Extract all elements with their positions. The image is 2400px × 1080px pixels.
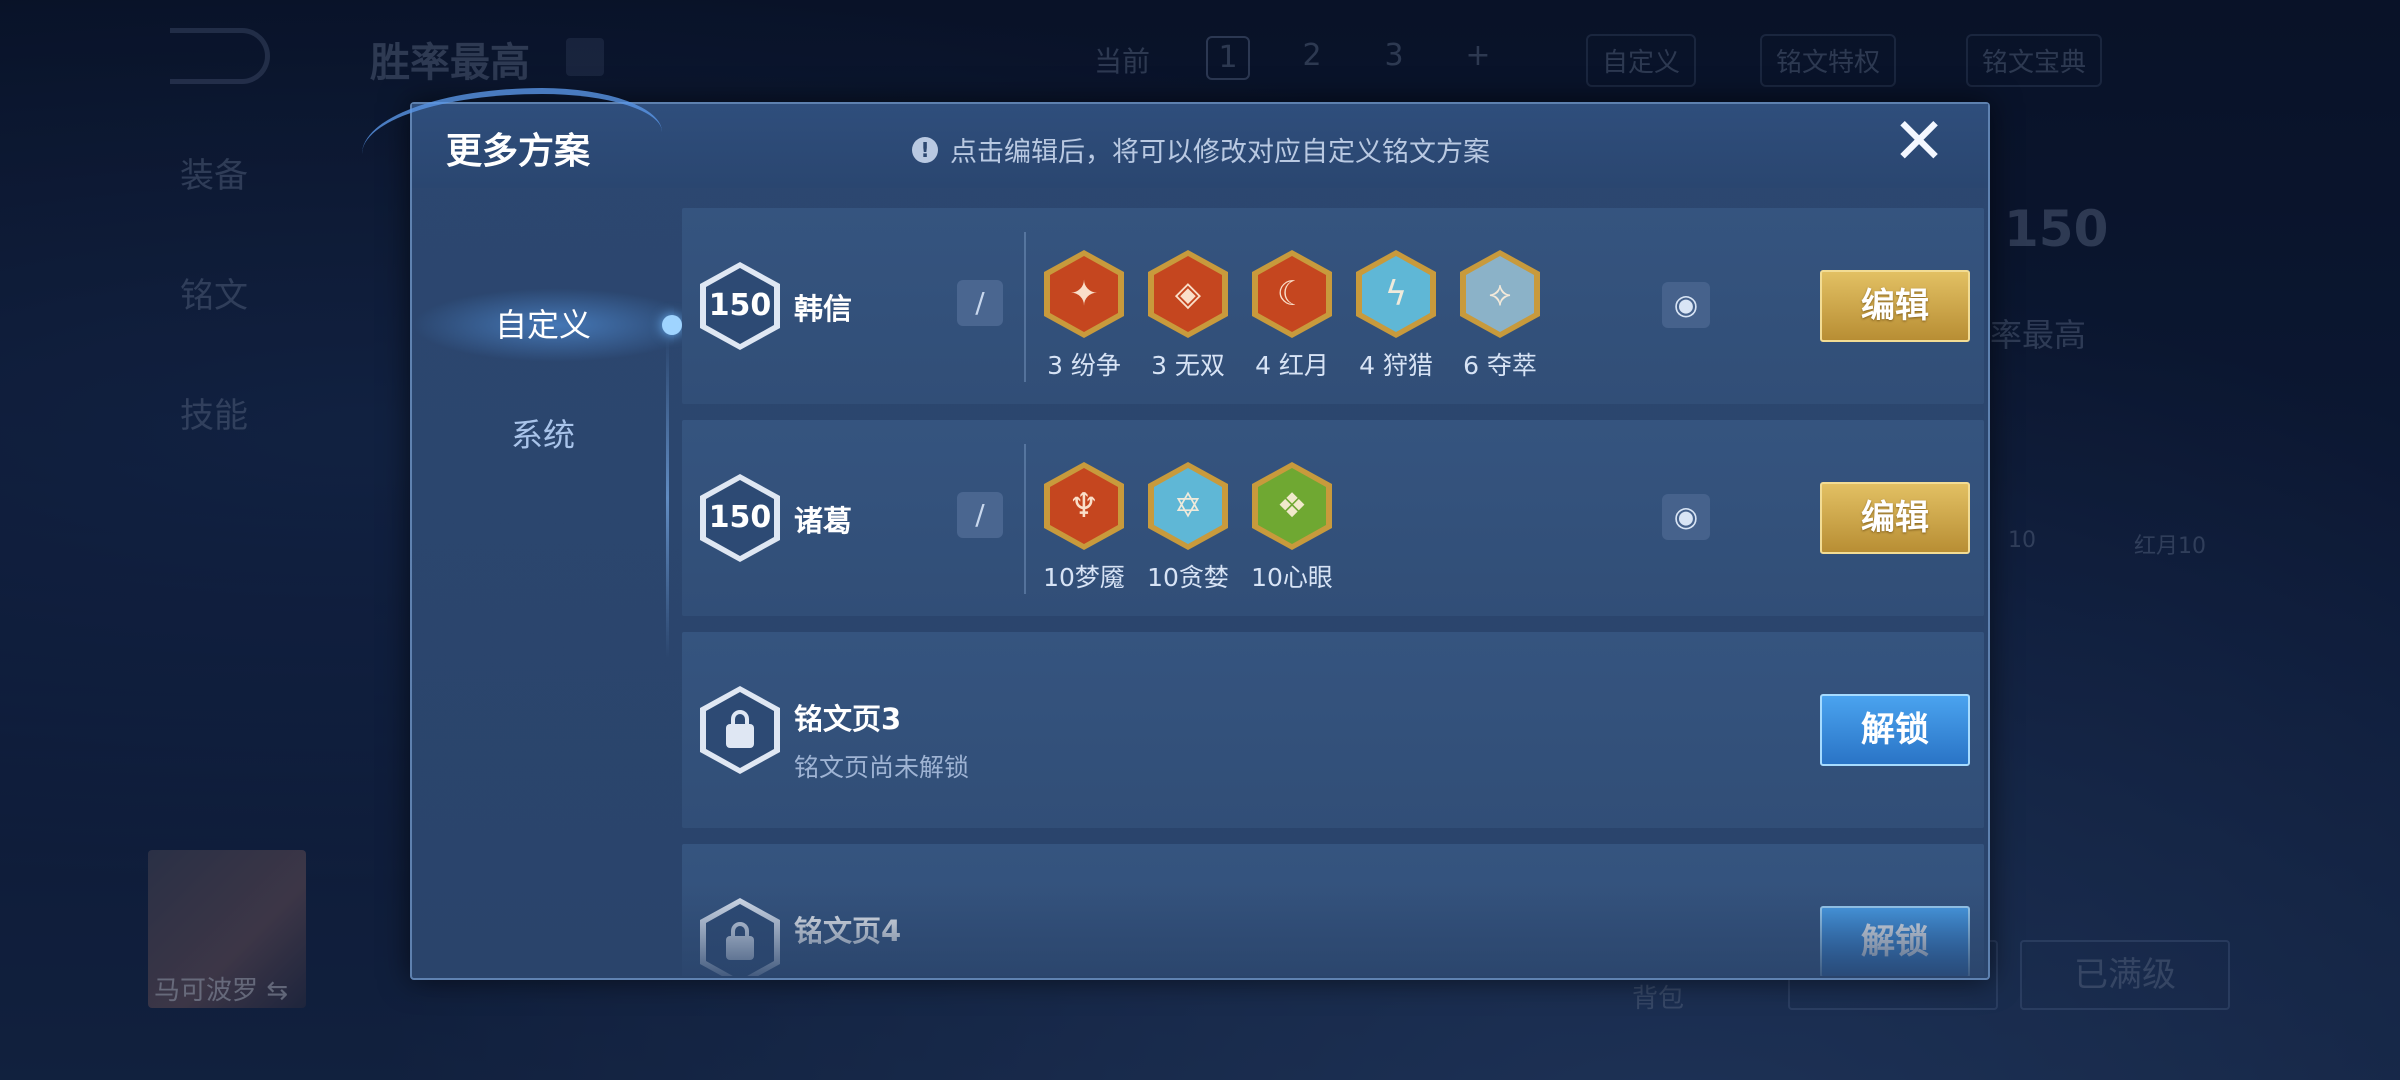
rune-wushuang-icon: ◈ [1154,256,1222,332]
rune-item: ϟ 4 狩猎 [1356,250,1436,382]
rune-item: ✦ 3 纷争 [1044,250,1124,382]
rune-mengyan-icon: ♆ [1050,468,1118,544]
active-indicator [662,315,682,335]
rename-icon[interactable]: / [957,280,1003,326]
rune-duocui-icon: ⟡ [1466,256,1534,332]
tab-system[interactable]: 系统 [412,398,674,472]
modal-title: 更多方案 [446,131,591,172]
rune-fenzheng-icon: ✦ [1050,256,1118,332]
rune-shoulie-icon: ϟ [1362,256,1430,332]
tab-custom-label: 自定义 [494,306,591,344]
notice: ! 点击编辑后，将可以修改对应自定义铭文方案 [912,130,1490,169]
rune-set: ♆ 10梦魇 ✡ 10贪婪 ❖ 10心眼 [1043,462,1333,594]
plan-list[interactable]: 150 韩信 / ✦ 3 纷争 ◈ 3 无双 ☾ 4 红月 ϟ 4 狩猎 ⟡ 6… [682,208,1984,976]
rune-label: 4 狩猎 [1359,351,1433,380]
rune-item: ⟡ 6 夺萃 [1460,250,1540,382]
plan-name: 铭文页4 [794,914,902,948]
level-value: 150 [706,480,774,556]
preview-eye-icon[interactable]: ◉ [1662,494,1710,540]
rename-icon[interactable]: / [957,492,1003,538]
level-badge: 150 [700,474,780,562]
level-value: 150 [706,268,774,344]
locked-subtitle: 铭文页尚未解锁 [794,753,970,782]
notice-text: 点击编辑后，将可以修改对应自定义铭文方案 [950,137,1490,168]
level-badge: 150 [700,262,780,350]
rune-item: ☾ 4 红月 [1252,250,1332,382]
rune-item: ✡ 10贪婪 [1147,462,1229,594]
rune-label: 3 无双 [1151,351,1225,380]
rune-label: 3 纷争 [1047,351,1121,380]
plan-name: 铭文页3 [794,702,902,736]
more-plans-modal: 更多方案 ! 点击编辑后，将可以修改对应自定义铭文方案 ✕ 自定义 系统 150… [362,88,1990,980]
lock-badge [700,898,780,976]
rune-tanlan-icon: ✡ [1154,468,1222,544]
rune-label: 4 红月 [1255,351,1329,380]
row-divider [1024,444,1026,594]
plan-name: 诸葛 [794,504,853,538]
modal-side-nav: 自定义 系统 [412,188,682,978]
edit-button[interactable]: 编辑 [1820,482,1970,554]
unlock-button[interactable]: 解锁 [1820,906,1970,976]
rune-item: ❖ 10心眼 [1251,462,1333,594]
preview-eye-icon[interactable]: ◉ [1662,282,1710,328]
lock-icon [706,904,774,976]
lock-badge [700,686,780,774]
modal-header: 更多方案 ! 点击编辑后，将可以修改对应自定义铭文方案 ✕ [362,88,1988,188]
plan-name: 韩信 [794,292,853,326]
rune-hongyue-icon: ☾ [1258,256,1326,332]
plan-row-zhuge: 150 诸葛 / ♆ 10梦魇 ✡ 10贪婪 ❖ 10心眼 ◉ 编辑 [682,420,1984,616]
plan-row-page4: 铭文页4 解锁 [682,844,1984,976]
rune-set: ✦ 3 纷争 ◈ 3 无双 ☾ 4 红月 ϟ 4 狩猎 ⟡ 6 夺萃 [1044,250,1540,382]
lock-icon [706,692,774,768]
rune-label: 10贪婪 [1147,563,1229,592]
row-divider [1024,232,1026,382]
rune-item: ♆ 10梦魇 [1043,462,1125,594]
rune-item: ◈ 3 无双 [1148,250,1228,382]
unlock-button[interactable]: 解锁 [1820,694,1970,766]
plan-row-hanxin: 150 韩信 / ✦ 3 纷争 ◈ 3 无双 ☾ 4 红月 ϟ 4 狩猎 ⟡ 6… [682,208,1984,404]
rune-label: 10梦魇 [1043,563,1125,592]
plan-row-page3: 铭文页3 铭文页尚未解锁 解锁 [682,632,1984,828]
tab-custom[interactable]: 自定义 [412,288,682,362]
info-icon: ! [912,136,938,163]
rune-xinyan-icon: ❖ [1258,468,1326,544]
rune-label: 10心眼 [1251,563,1333,592]
edit-button[interactable]: 编辑 [1820,270,1970,342]
close-icon[interactable]: ✕ [1890,110,1948,174]
rune-label: 6 夺萃 [1463,351,1537,380]
nav-divider [666,338,669,658]
